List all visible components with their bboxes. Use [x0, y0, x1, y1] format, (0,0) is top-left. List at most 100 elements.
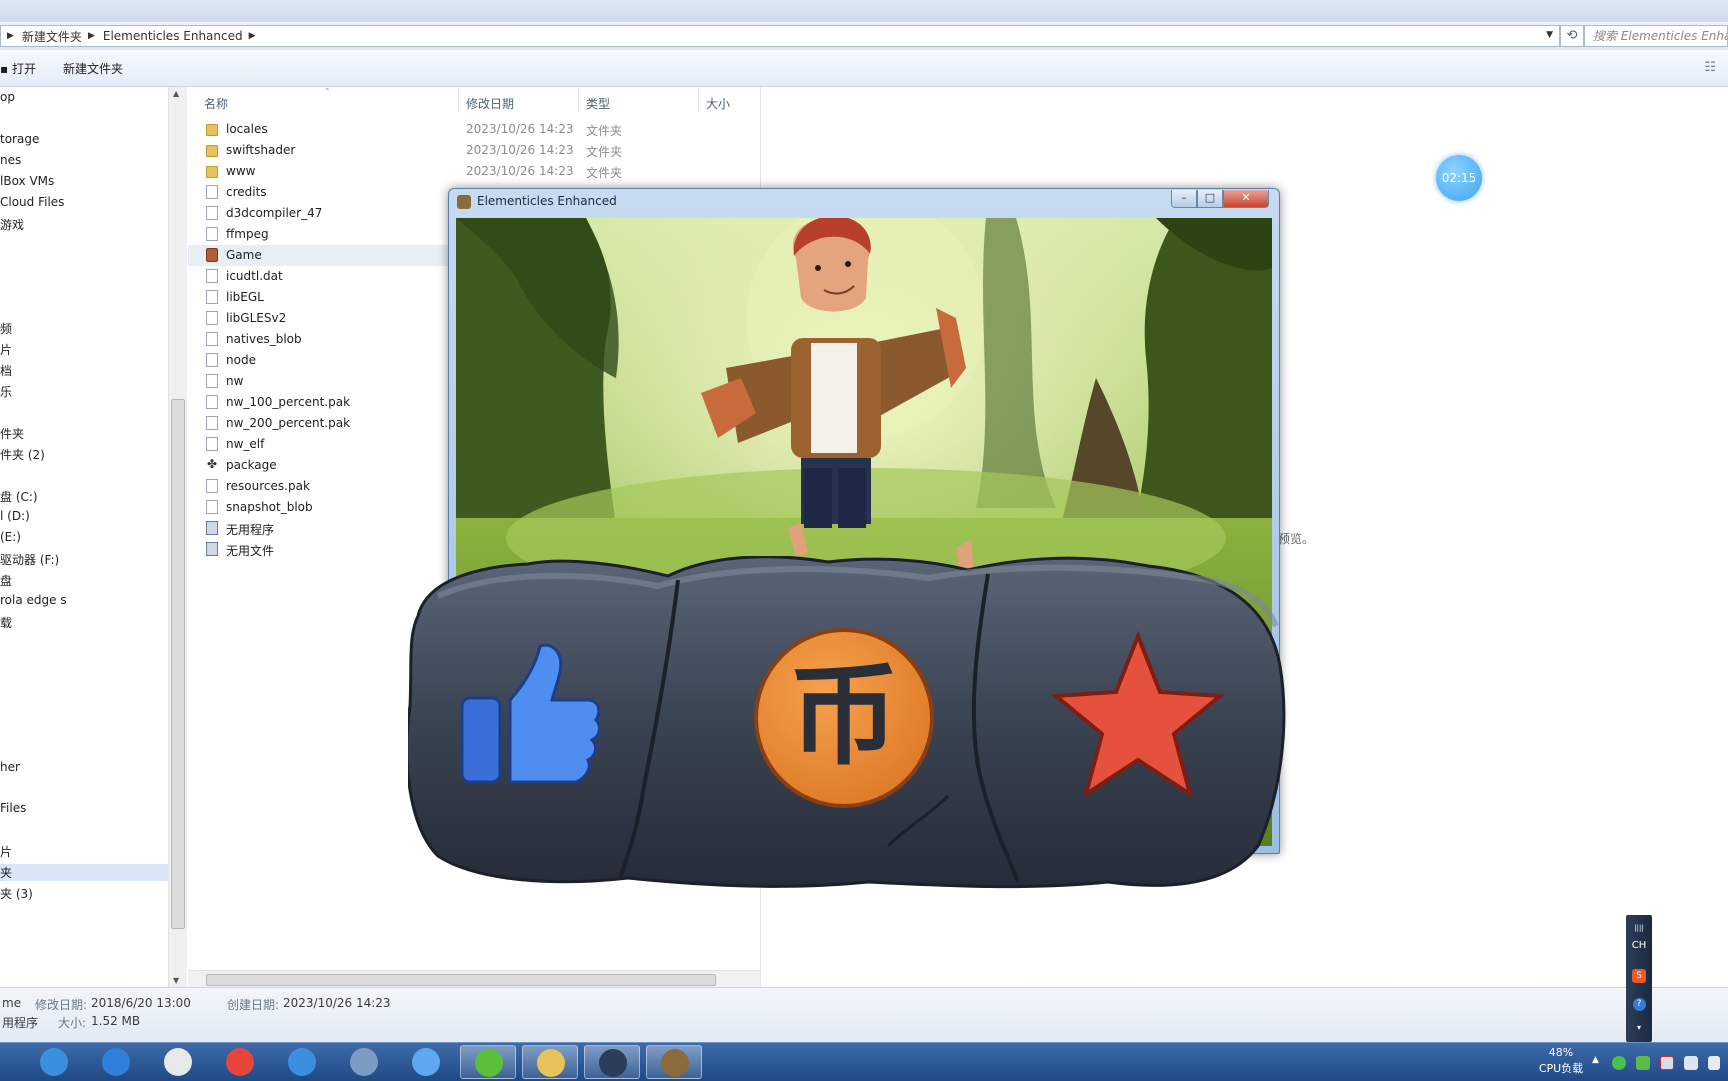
game-window-icon	[457, 195, 471, 209]
column-header-type[interactable]: 类型	[586, 95, 610, 112]
breadcrumb-item[interactable]: 新建文件夹	[22, 28, 82, 45]
breadcrumb-arrow-icon[interactable]: ▶	[249, 31, 256, 41]
taskbar-button[interactable]	[212, 1045, 268, 1079]
taskbar-button[interactable]	[646, 1045, 702, 1079]
file-row[interactable]: locales 2023/10/26 14:23 文件夹	[188, 119, 748, 140]
taskbar-button[interactable]	[398, 1045, 454, 1079]
interaction-overlay: 币	[405, 555, 1290, 890]
scroll-up-icon[interactable]: ▲	[173, 89, 179, 98]
column-divider[interactable]	[458, 89, 459, 111]
nav-item[interactable]: nes	[0, 153, 21, 167]
close-button[interactable]: ✕	[1223, 190, 1269, 208]
nav-item[interactable]: lBox VMs	[0, 174, 54, 188]
nav-item[interactable]: 件夹	[0, 425, 24, 442]
open-button[interactable]: ▪ 打开	[0, 60, 36, 77]
taskbar-button[interactable]	[336, 1045, 392, 1079]
new-folder-button[interactable]: 新建文件夹	[63, 60, 123, 77]
taskbar-button[interactable]	[274, 1045, 330, 1079]
nav-item[interactable]: Files	[0, 801, 26, 815]
maximize-button[interactable]: □	[1197, 190, 1223, 208]
ime-menu-icon[interactable]: ▾	[1629, 1019, 1649, 1037]
cpu-percent: 48%	[1548, 1046, 1574, 1059]
coin-button[interactable]: 币	[754, 628, 934, 808]
nav-item[interactable]: 频	[0, 320, 12, 337]
nav-item[interactable]: 档	[0, 362, 12, 379]
nav-item[interactable]: Cloud Files	[0, 195, 64, 209]
column-divider[interactable]	[698, 89, 699, 111]
file-name: node	[226, 353, 256, 367]
taskbar-button[interactable]	[88, 1045, 144, 1079]
column-header-date[interactable]: 修改日期	[466, 95, 514, 112]
nav-item[interactable]: (E:)	[0, 530, 21, 544]
search-input[interactable]: 搜索 Elementicles Enhanced	[1584, 25, 1728, 47]
nav-item[interactable]: 乐	[0, 383, 12, 400]
help-icon[interactable]: ?	[1629, 995, 1649, 1013]
sogou-icon[interactable]: S	[1629, 967, 1649, 985]
breadcrumb-arrow-icon[interactable]: ▶	[7, 31, 14, 41]
nav-item[interactable]: 盘 (C:)	[0, 488, 38, 505]
column-divider[interactable]	[578, 89, 579, 111]
address-dropdown-icon[interactable]: ▼	[1546, 30, 1553, 40]
nav-item[interactable]: 件夹 (2)	[0, 446, 45, 463]
tray-network-icon[interactable]	[1684, 1056, 1698, 1070]
breadcrumb-item[interactable]: Elementicles Enhanced	[103, 29, 243, 43]
like-thumb-icon	[460, 643, 600, 784]
nav-item[interactable]: l (D:)	[0, 509, 30, 523]
file-row[interactable]: swiftshader 2023/10/26 14:23 文件夹	[188, 140, 748, 161]
tray-status-icon[interactable]	[1612, 1056, 1626, 1070]
nav-item[interactable]: op	[0, 90, 15, 104]
size-value: 1.52 MB	[91, 1014, 141, 1028]
file-icon	[206, 290, 218, 304]
minimize-button[interactable]: –	[1171, 190, 1197, 208]
like-button[interactable]	[456, 642, 600, 788]
nav-item[interactable]: torage	[0, 132, 39, 146]
taskbar-button[interactable]	[150, 1045, 206, 1079]
notepad-icon	[164, 1048, 192, 1076]
tray-flag-icon[interactable]	[1660, 1056, 1674, 1070]
nav-item[interactable]: 载	[0, 614, 12, 631]
favorite-button[interactable]	[1048, 628, 1228, 808]
coin-icon: 币	[789, 652, 899, 780]
nav-item[interactable]: 片	[0, 843, 12, 860]
ime-grip-icon[interactable]: ||||	[1629, 919, 1649, 937]
taskbar-button[interactable]	[584, 1045, 640, 1079]
folder-icon	[206, 124, 218, 136]
tray-wechat-icon[interactable]	[1636, 1056, 1650, 1070]
column-header-size[interactable]: 大小	[706, 95, 730, 112]
file-icon	[206, 311, 218, 325]
tray-volume-icon[interactable]	[1708, 1056, 1720, 1070]
ie-icon	[40, 1048, 68, 1076]
nav-item[interactable]: 驱动器 (F:)	[0, 551, 59, 568]
nav-scroll-thumb[interactable]	[171, 399, 185, 929]
nav-item[interactable]: 游戏	[0, 216, 24, 233]
address-bar[interactable]: ▶ 新建文件夹 ▶ Elementicles Enhanced ▶ ▼	[0, 25, 1560, 47]
nav-item[interactable]: rola edge s	[0, 593, 67, 607]
tray-expand-icon[interactable]: ▲	[1592, 1055, 1599, 1065]
horizontal-scroll-thumb[interactable]	[206, 974, 716, 986]
nav-item[interactable]: 夹 (3)	[0, 885, 33, 902]
ime-mode[interactable]: CH	[1629, 937, 1649, 955]
nav-item[interactable]: 夹	[0, 864, 168, 881]
floating-timer[interactable]: 02:15	[1436, 155, 1482, 201]
breadcrumb-arrow-icon[interactable]: ▶	[88, 31, 95, 41]
nav-item[interactable]: 盘	[0, 572, 12, 589]
refresh-button[interactable]: ⟲	[1560, 25, 1584, 47]
chrome-icon	[226, 1048, 254, 1076]
horizontal-scrollbar[interactable]	[188, 970, 760, 988]
nav-scrollbar[interactable]: ▲ ▼	[168, 87, 187, 987]
nav-item[interactable]: her	[0, 760, 20, 774]
taskbar-button[interactable]	[522, 1045, 578, 1079]
file-name: libEGL	[226, 290, 264, 304]
file-name: 无用文件	[226, 544, 275, 558]
nav-item[interactable]: 片	[0, 341, 12, 358]
taskbar-button[interactable]	[26, 1045, 82, 1079]
view-options-icon[interactable]: ☷	[1704, 60, 1716, 75]
file-row[interactable]: www 2023/10/26 14:23 文件夹	[188, 161, 748, 182]
column-header-name[interactable]: 名称	[204, 95, 228, 112]
cpu-load-widget[interactable]: 48% CPU负载	[1530, 1045, 1592, 1077]
scroll-down-icon[interactable]: ▼	[173, 976, 179, 985]
file-name: nw	[226, 374, 244, 388]
ime-toolbar[interactable]: |||| CH S ? ▾	[1626, 915, 1652, 1042]
game-window-title: Elementicles Enhanced	[477, 194, 617, 208]
taskbar-button[interactable]	[460, 1045, 516, 1079]
